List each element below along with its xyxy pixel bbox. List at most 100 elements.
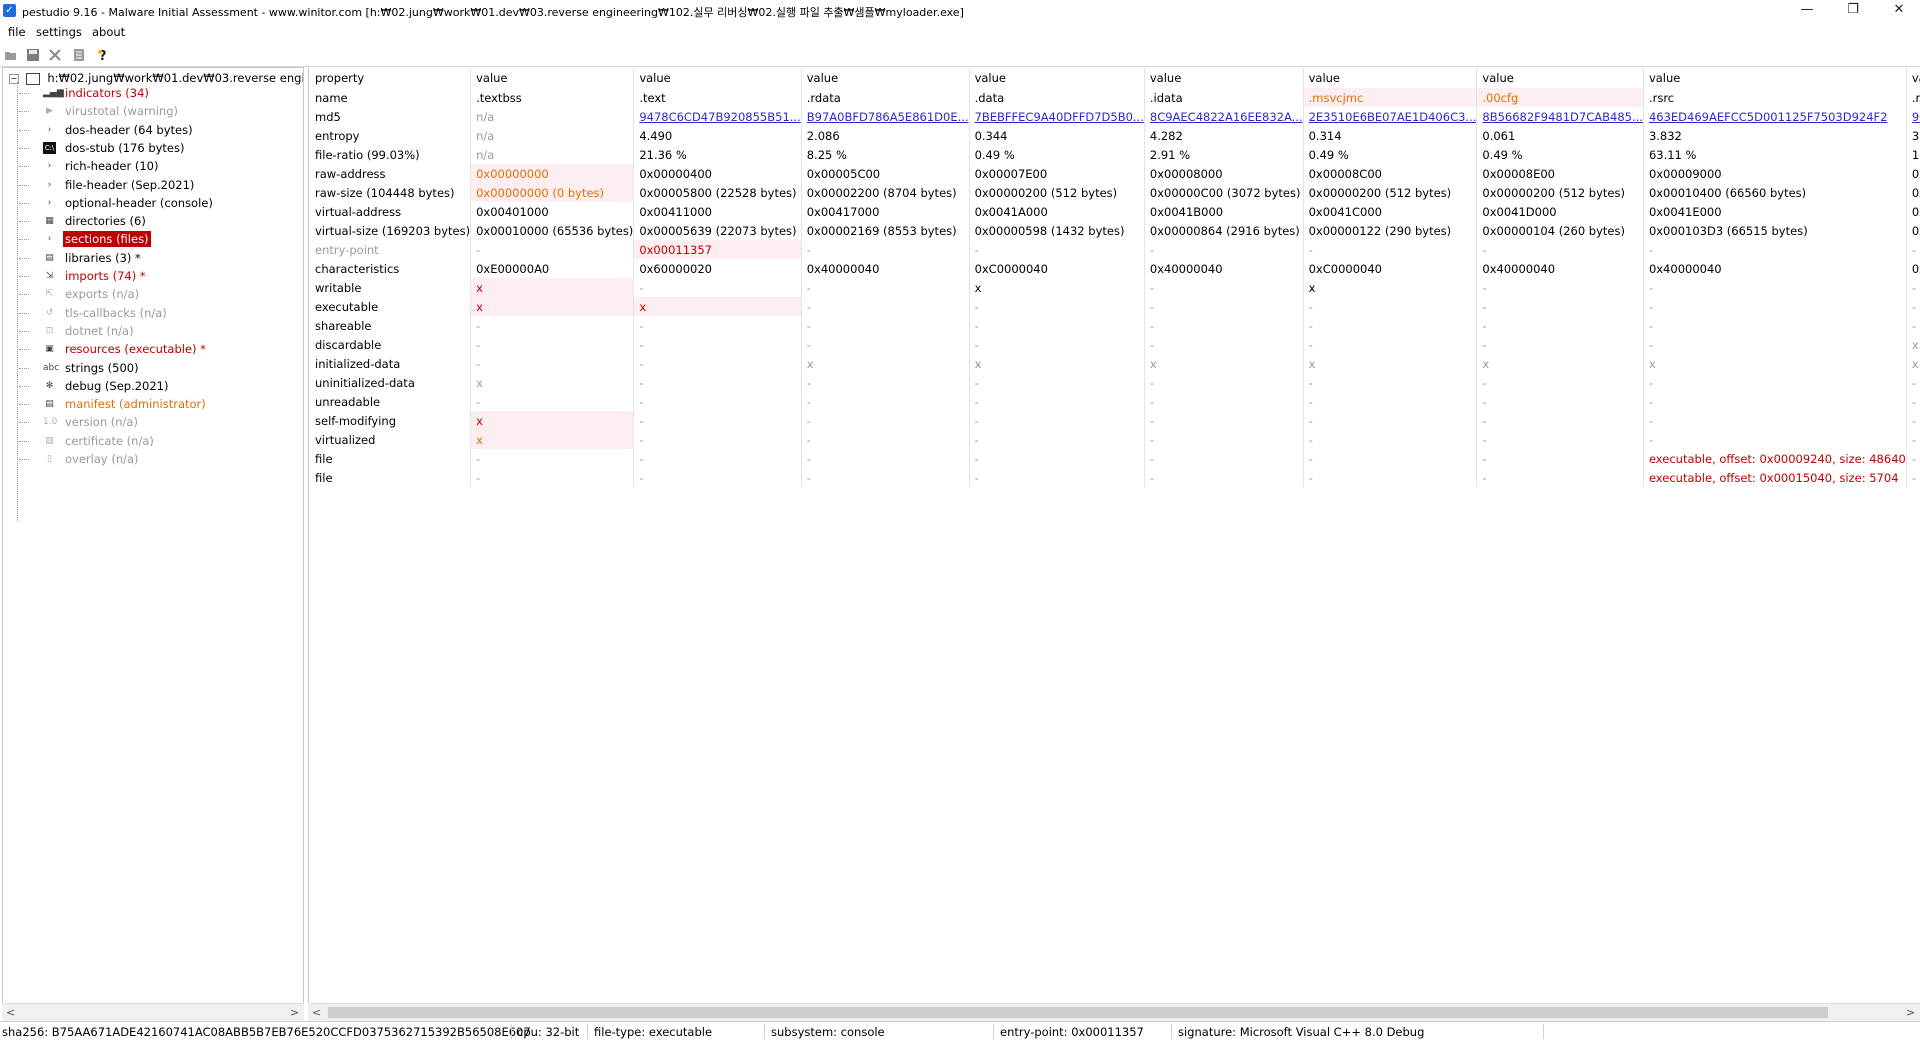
value-cell: 0x00000000 bbox=[470, 164, 635, 183]
column-header-value[interactable]: valu bbox=[1906, 68, 1920, 88]
menu-bar: file settings about bbox=[0, 22, 1920, 42]
minimize-button[interactable]: — bbox=[1784, 0, 1830, 22]
value-cell: - bbox=[1476, 411, 1644, 430]
value-cell: - bbox=[1144, 335, 1304, 354]
property-cell: self-modifying bbox=[310, 411, 472, 430]
close-file-icon[interactable] bbox=[48, 48, 62, 62]
value-cell: 2.086 bbox=[801, 126, 970, 145]
save-icon[interactable] bbox=[26, 48, 40, 62]
value-cell: - bbox=[1144, 411, 1304, 430]
help-icon[interactable]: ? bbox=[96, 48, 110, 62]
menu-about[interactable]: about bbox=[92, 25, 125, 39]
value-cell[interactable]: 463ED469AEFCC5D001125F7503D924F2 bbox=[1643, 107, 1907, 126]
value-cell: - bbox=[969, 316, 1145, 335]
scroll-left-icon[interactable]: < bbox=[6, 1006, 15, 1019]
table-row[interactable]: raw-address 0x00000000 0x00000400 0x00005C0… bbox=[310, 164, 1920, 183]
menu-file[interactable]: file bbox=[8, 25, 26, 39]
value-cell[interactable]: B97A0BFD786A5E861D0E... bbox=[801, 107, 970, 126]
column-header-value[interactable]: value bbox=[969, 68, 1145, 88]
property-cell: virtualized bbox=[310, 430, 472, 449]
table-row[interactable]: self-modifying x - - - - - - - - bbox=[310, 411, 1920, 430]
column-header-value[interactable]: value bbox=[1303, 68, 1478, 88]
table-row[interactable]: executable x x - - - - - - - bbox=[310, 297, 1920, 316]
menu-settings[interactable]: settings bbox=[36, 25, 82, 39]
value-cell: 0x00009000 bbox=[1643, 164, 1907, 183]
status-separator bbox=[511, 1024, 512, 1039]
table-row[interactable]: entropy n/a 4.490 2.086 0.344 4.282 0.314 0.061… bbox=[310, 126, 1920, 145]
value-cell[interactable]: 99B bbox=[1906, 107, 1920, 126]
table-row[interactable]: file - - - - - - - executable, offset: 0x0001504… bbox=[310, 468, 1920, 487]
value-cell[interactable]: 2E3510E6BE07AE1D406C3... bbox=[1303, 107, 1478, 126]
table-row[interactable]: uninitialized-data x - - - - - - - - bbox=[310, 373, 1920, 392]
value-cell: 0x40000040 bbox=[1476, 259, 1644, 278]
value-cell: 0x40000040 bbox=[1643, 259, 1907, 278]
grid-scroll-right-icon[interactable]: > bbox=[1906, 1006, 1915, 1019]
value-cell: - bbox=[470, 392, 635, 411]
grid-scroll-thumb[interactable] bbox=[328, 1007, 1828, 1018]
value-cell: - bbox=[1303, 297, 1478, 316]
value-cell: x bbox=[1303, 354, 1478, 373]
value-cell: n/a bbox=[470, 145, 635, 164]
value-cell: 0x0041E000 bbox=[1643, 202, 1907, 221]
close-button[interactable]: ✕ bbox=[1876, 0, 1920, 22]
table-row[interactable]: entry-point -0x00011357- - - - - - - bbox=[310, 240, 1920, 259]
chevron-right-icon: › bbox=[47, 179, 52, 190]
value-cell: x bbox=[470, 411, 635, 430]
value-cell: 0x00417000 bbox=[801, 202, 970, 221]
value-cell: - bbox=[470, 354, 635, 373]
value-cell: 0x00008E00 bbox=[1476, 164, 1644, 183]
table-row[interactable]: name .textbss .text .rdata .data .idata .msvcj… bbox=[310, 88, 1920, 107]
table-row[interactable]: initialized-data - - x x x x x x x bbox=[310, 354, 1920, 373]
table-row[interactable]: md5 n/a 9478C6CD47B920855B51... B97A0BFD786… bbox=[310, 107, 1920, 126]
import-icon: ⇲ bbox=[45, 271, 54, 281]
callback-icon: ↺ bbox=[45, 307, 54, 318]
table-row[interactable]: unreadable - - - - - - - - - bbox=[310, 392, 1920, 411]
value-cell[interactable]: 8B56682F9481D7CAB485... bbox=[1476, 107, 1644, 126]
value-cell: - bbox=[633, 335, 802, 354]
restore-button[interactable]: ❐ bbox=[1830, 0, 1876, 22]
value-cell: x bbox=[633, 297, 802, 316]
value-cell: - bbox=[1476, 430, 1644, 449]
value-cell: - bbox=[801, 278, 970, 297]
table-row[interactable]: virtual-size (169203 bytes) 0x00010000 (6… bbox=[310, 221, 1920, 240]
column-header-value[interactable]: value bbox=[633, 68, 802, 88]
table-row[interactable]: virtual-address 0x00401000 0x00411000 0x004… bbox=[310, 202, 1920, 221]
value-cell: 0x42 bbox=[1906, 259, 1920, 278]
certificate-icon: ▨ bbox=[45, 435, 54, 446]
column-header-property[interactable]: property bbox=[310, 68, 472, 88]
table-row[interactable]: file-ratio (99.03%) n/a 21.36 % 8.25 % 0.49 … bbox=[310, 145, 1920, 164]
table-row[interactable]: writable x - - x - x - - - bbox=[310, 278, 1920, 297]
value-cell: 0x00411000 bbox=[633, 202, 802, 221]
table-row[interactable]: characteristics 0xE00000A0 0x60000020 0x400… bbox=[310, 259, 1920, 278]
table-row[interactable]: shareable - - - - - - - - - bbox=[310, 316, 1920, 335]
column-header-value[interactable]: value bbox=[1476, 68, 1644, 88]
value-cell: 0.314 bbox=[1303, 126, 1478, 145]
open-folder-icon[interactable] bbox=[4, 48, 18, 62]
tree-root[interactable]: − h:₩02.jung₩work₩01.dev₩03.reverse engi… bbox=[9, 71, 303, 85]
value-cell: .rsrc bbox=[1643, 88, 1907, 107]
value-cell: .text bbox=[633, 88, 802, 107]
value-cell: 0x00010000 (65536 bytes) bbox=[470, 221, 635, 240]
value-cell: - bbox=[969, 430, 1145, 449]
table-row[interactable]: raw-size (104448 bytes) 0x00000000 (0 byt… bbox=[310, 183, 1920, 202]
table-row[interactable]: file - - - - - - - executable, offset: 0x0000924… bbox=[310, 449, 1920, 468]
column-header-value[interactable]: value bbox=[1144, 68, 1304, 88]
value-cell[interactable]: 8C9AEC4822A16EE832A... bbox=[1144, 107, 1304, 126]
column-header-value[interactable]: value bbox=[470, 68, 635, 88]
table-row[interactable]: virtualized x - - - - - - - - bbox=[310, 430, 1920, 449]
value-cell: .rdata bbox=[801, 88, 970, 107]
tree-horizontal-scrollbar[interactable]: < > bbox=[2, 1003, 304, 1021]
scroll-right-icon[interactable]: > bbox=[290, 1006, 299, 1019]
value-cell: - bbox=[801, 240, 970, 259]
document-icon[interactable] bbox=[72, 48, 86, 62]
table-row[interactable]: discardable - - - - - - - - x bbox=[310, 335, 1920, 354]
grid-horizontal-scrollbar[interactable]: < > bbox=[308, 1003, 1920, 1021]
value-cell[interactable]: 9478C6CD47B920855B51... bbox=[633, 107, 802, 126]
value-cell[interactable]: 7BEBFFEC9A40DFFD7D5B0... bbox=[969, 107, 1145, 126]
value-cell: - bbox=[1144, 373, 1304, 392]
column-header-value[interactable]: value bbox=[801, 68, 970, 88]
value-cell: - bbox=[1303, 430, 1478, 449]
status-signature: signature: Microsoft Visual C++ 8.0 Debu… bbox=[1178, 1025, 1425, 1039]
grid-scroll-left-icon[interactable]: < bbox=[312, 1006, 321, 1019]
column-header-value[interactable]: value bbox=[1643, 68, 1907, 88]
